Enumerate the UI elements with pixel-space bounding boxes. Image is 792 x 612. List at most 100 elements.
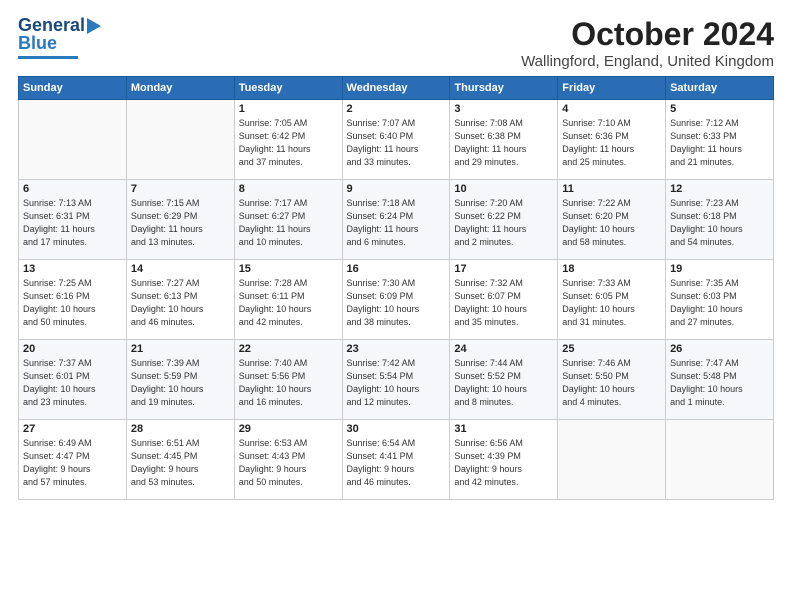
month-title: October 2024: [521, 16, 774, 53]
col-tuesday: Tuesday: [234, 77, 342, 100]
col-wednesday: Wednesday: [342, 77, 450, 100]
day-info: Sunrise: 7:25 AMSunset: 6:16 PMDaylight:…: [23, 277, 122, 329]
calendar-header: Sunday Monday Tuesday Wednesday Thursday…: [19, 77, 774, 100]
page: General Blue October 2024 Wallingford, E…: [0, 0, 792, 612]
col-friday: Friday: [558, 77, 666, 100]
calendar-cell: [19, 100, 127, 180]
calendar-cell: 10 Sunrise: 7:20 AMSunset: 6:22 PMDayligh…: [450, 180, 558, 260]
day-number: 23: [347, 343, 446, 355]
day-number: 6: [23, 183, 122, 195]
calendar-cell: 1Sunrise: 7:05 AMSunset: 6:42 PMDaylight…: [234, 100, 342, 180]
day-info: Sunrise: 6:54 AMSunset: 4:41 PMDaylight:…: [347, 437, 446, 489]
calendar-cell: 12Sunrise: 7:23 AMSunset: 6:18 PMDayligh…: [666, 180, 774, 260]
calendar-cell: 6 Sunrise: 7:13 AMSunset: 6:31 PMDaylight…: [19, 180, 127, 260]
day-info: Sunrise: 7:44 AMSunset: 5:52 PMDaylight:…: [454, 357, 553, 409]
calendar-cell: 13 Sunrise: 7:25 AMSunset: 6:16 PMDayligh…: [19, 260, 127, 340]
day-number: 17: [454, 263, 553, 275]
calendar-cell: 22 Sunrise: 7:40 AMSunset: 5:56 PMDayligh…: [234, 340, 342, 420]
calendar-cell: 26 Sunrise: 7:47 AMSunset: 5:48 PMDayligh…: [666, 340, 774, 420]
day-info: Sunrise: 7:47 AMSunset: 5:48 PMDaylight:…: [670, 357, 769, 409]
calendar-week-0: 1Sunrise: 7:05 AMSunset: 6:42 PMDaylight…: [19, 100, 774, 180]
calendar-cell: 8 Sunrise: 7:17 AMSunset: 6:27 PMDaylight…: [234, 180, 342, 260]
calendar-table: Sunday Monday Tuesday Wednesday Thursday…: [18, 76, 774, 500]
day-info: Sunrise: 7:22 AMSunset: 6:20 PMDaylight:…: [562, 197, 661, 249]
calendar-body: 1Sunrise: 7:05 AMSunset: 6:42 PMDaylight…: [19, 100, 774, 500]
day-info: Sunrise: 7:12 AMSunset: 6:33 PMDaylight:…: [670, 117, 769, 169]
calendar-week-3: 20Sunrise: 7:37 AMSunset: 6:01 PMDayligh…: [19, 340, 774, 420]
calendar-cell: 19Sunrise: 7:35 AMSunset: 6:03 PMDayligh…: [666, 260, 774, 340]
day-number: 3: [454, 103, 553, 115]
calendar-cell: 7 Sunrise: 7:15 AMSunset: 6:29 PMDaylight…: [126, 180, 234, 260]
calendar-cell: 23Sunrise: 7:42 AMSunset: 5:54 PMDayligh…: [342, 340, 450, 420]
day-number: 31: [454, 423, 553, 435]
calendar-cell: 4Sunrise: 7:10 AMSunset: 6:36 PMDaylight…: [558, 100, 666, 180]
calendar-week-4: 27 Sunrise: 6:49 AMSunset: 4:47 PMDayligh…: [19, 420, 774, 500]
day-number: 20: [23, 343, 122, 355]
day-number: 10: [454, 183, 553, 195]
header: General Blue October 2024 Wallingford, E…: [18, 16, 774, 70]
day-info: Sunrise: 7:46 AMSunset: 5:50 PMDaylight:…: [562, 357, 661, 409]
calendar-cell: 15 Sunrise: 7:28 AMSunset: 6:11 PMDayligh…: [234, 260, 342, 340]
day-info: Sunrise: 7:28 AMSunset: 6:11 PMDaylight:…: [239, 277, 338, 329]
calendar-cell: [558, 420, 666, 500]
day-info: Sunrise: 7:40 AMSunset: 5:56 PMDaylight:…: [239, 357, 338, 409]
calendar-cell: 3 Sunrise: 7:08 AMSunset: 6:38 PMDaylight…: [450, 100, 558, 180]
day-info: Sunrise: 7:20 AMSunset: 6:22 PMDaylight:…: [454, 197, 553, 249]
col-thursday: Thursday: [450, 77, 558, 100]
calendar-cell: 2Sunrise: 7:07 AMSunset: 6:40 PMDaylight…: [342, 100, 450, 180]
day-info: Sunrise: 7:27 AMSunset: 6:13 PMDaylight:…: [131, 277, 230, 329]
calendar-cell: 31Sunrise: 6:56 AMSunset: 4:39 PMDayligh…: [450, 420, 558, 500]
day-number: 9: [347, 183, 446, 195]
calendar-cell: 9Sunrise: 7:18 AMSunset: 6:24 PMDaylight…: [342, 180, 450, 260]
day-info: Sunrise: 7:23 AMSunset: 6:18 PMDaylight:…: [670, 197, 769, 249]
day-number: 7: [131, 183, 230, 195]
day-number: 5: [670, 103, 769, 115]
day-number: 2: [347, 103, 446, 115]
day-number: 22: [239, 343, 338, 355]
day-number: 28: [131, 423, 230, 435]
day-number: 30: [347, 423, 446, 435]
day-info: Sunrise: 6:53 AMSunset: 4:43 PMDaylight:…: [239, 437, 338, 489]
logo-arrow-icon: [87, 18, 101, 34]
day-number: 26: [670, 343, 769, 355]
day-info: Sunrise: 7:39 AMSunset: 5:59 PMDaylight:…: [131, 357, 230, 409]
col-sunday: Sunday: [19, 77, 127, 100]
calendar-cell: 11Sunrise: 7:22 AMSunset: 6:20 PMDayligh…: [558, 180, 666, 260]
day-number: 1: [239, 103, 338, 115]
day-info: Sunrise: 6:49 AMSunset: 4:47 PMDaylight:…: [23, 437, 122, 489]
logo-text-blue: Blue: [18, 34, 57, 54]
calendar-cell: 28 Sunrise: 6:51 AMSunset: 4:45 PMDayligh…: [126, 420, 234, 500]
calendar-week-2: 13 Sunrise: 7:25 AMSunset: 6:16 PMDayligh…: [19, 260, 774, 340]
day-number: 19: [670, 263, 769, 275]
day-number: 15: [239, 263, 338, 275]
calendar-cell: 29 Sunrise: 6:53 AMSunset: 4:43 PMDayligh…: [234, 420, 342, 500]
logo-underline: [18, 56, 78, 59]
calendar-cell: 24Sunrise: 7:44 AMSunset: 5:52 PMDayligh…: [450, 340, 558, 420]
calendar-cell: 16 Sunrise: 7:30 AMSunset: 6:09 PMDayligh…: [342, 260, 450, 340]
day-info: Sunrise: 7:17 AMSunset: 6:27 PMDaylight:…: [239, 197, 338, 249]
calendar-cell: [126, 100, 234, 180]
day-number: 16: [347, 263, 446, 275]
day-number: 13: [23, 263, 122, 275]
day-number: 29: [239, 423, 338, 435]
calendar-cell: 17Sunrise: 7:32 AMSunset: 6:07 PMDayligh…: [450, 260, 558, 340]
day-info: Sunrise: 7:30 AMSunset: 6:09 PMDaylight:…: [347, 277, 446, 329]
calendar-cell: 30 Sunrise: 6:54 AMSunset: 4:41 PMDayligh…: [342, 420, 450, 500]
calendar-week-1: 6 Sunrise: 7:13 AMSunset: 6:31 PMDaylight…: [19, 180, 774, 260]
day-info: Sunrise: 7:15 AMSunset: 6:29 PMDaylight:…: [131, 197, 230, 249]
calendar-cell: 14Sunrise: 7:27 AMSunset: 6:13 PMDayligh…: [126, 260, 234, 340]
day-info: Sunrise: 7:10 AMSunset: 6:36 PMDaylight:…: [562, 117, 661, 169]
day-number: 25: [562, 343, 661, 355]
calendar-cell: [666, 420, 774, 500]
day-info: Sunrise: 7:08 AMSunset: 6:38 PMDaylight:…: [454, 117, 553, 169]
location: Wallingford, England, United Kingdom: [521, 53, 774, 70]
calendar-cell: 18Sunrise: 7:33 AMSunset: 6:05 PMDayligh…: [558, 260, 666, 340]
col-saturday: Saturday: [666, 77, 774, 100]
day-number: 27: [23, 423, 122, 435]
day-number: 8: [239, 183, 338, 195]
day-info: Sunrise: 7:13 AMSunset: 6:31 PMDaylight:…: [23, 197, 122, 249]
day-number: 18: [562, 263, 661, 275]
title-block: October 2024 Wallingford, England, Unite…: [521, 16, 774, 70]
day-info: Sunrise: 6:51 AMSunset: 4:45 PMDaylight:…: [131, 437, 230, 489]
col-monday: Monday: [126, 77, 234, 100]
